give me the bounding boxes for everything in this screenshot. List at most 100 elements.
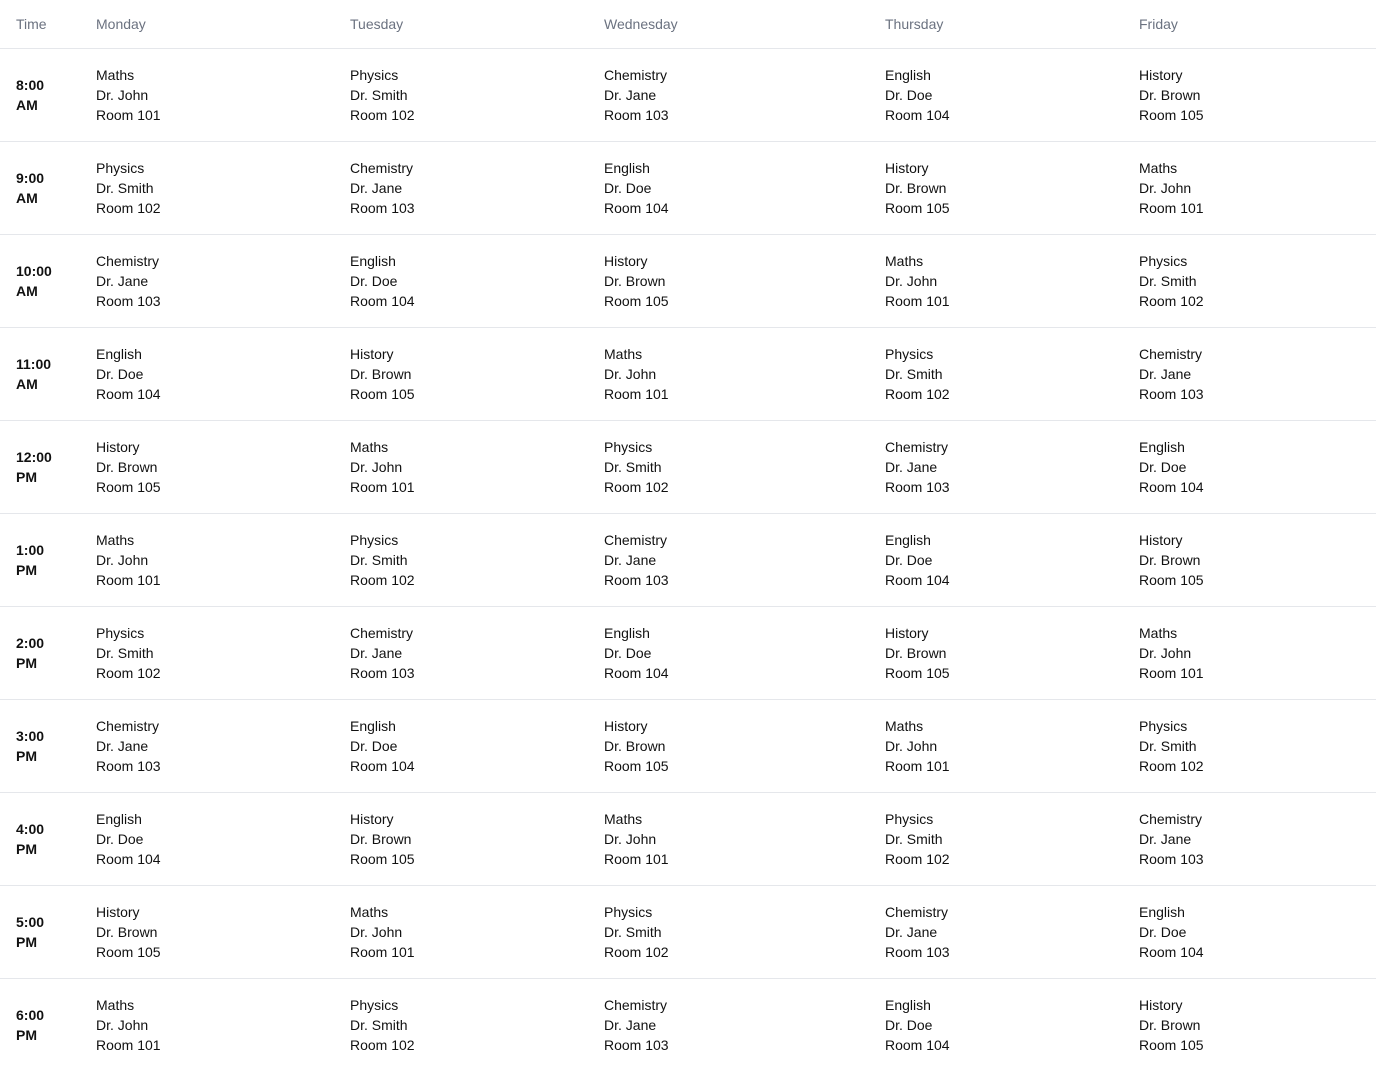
class-teacher: Dr. Doe	[350, 273, 398, 289]
class-subject: Chemistry	[1139, 346, 1203, 362]
time-period: PM	[16, 748, 37, 764]
class-subject: History	[96, 904, 140, 920]
class-teacher: Dr. Jane	[604, 1017, 657, 1034]
class-subject: English	[885, 67, 931, 83]
class-slot-monday: Maths Dr. John Room 101	[80, 514, 334, 607]
class-room: Room 104	[604, 200, 669, 216]
class-slot-wednesday: Chemistry Dr. Jane Room 103	[588, 49, 869, 142]
class-slot-monday: History Dr. Brown Room 105	[80, 886, 334, 979]
class-subject: Chemistry	[604, 532, 668, 548]
class-subject: History	[350, 811, 394, 827]
class-subject: English	[350, 718, 396, 734]
class-room: Room 102	[96, 665, 161, 681]
time-cell: 6:00 PM	[0, 979, 80, 1071]
class-room: Room 105	[96, 479, 161, 495]
class-room: Room 105	[1139, 1037, 1204, 1054]
class-slot-monday: English Dr. Doe Room 104	[80, 328, 334, 421]
class-teacher: Dr. Smith	[350, 87, 408, 103]
class-teacher: Dr. John	[1139, 180, 1192, 196]
time-cell: 3:00 PM	[0, 700, 80, 793]
class-subject: Maths	[350, 904, 389, 920]
class-room: Room 103	[604, 572, 669, 588]
class-room: Room 103	[885, 479, 950, 495]
class-slot-tuesday: Maths Dr. John Room 101	[334, 886, 588, 979]
time-period: PM	[16, 934, 37, 950]
class-slot-friday: History Dr. Brown Room 105	[1123, 979, 1376, 1071]
time-value: 11:00	[16, 356, 52, 372]
class-subject: History	[1139, 997, 1183, 1014]
class-teacher: Dr. Smith	[885, 366, 943, 382]
class-teacher: Dr. Brown	[96, 924, 158, 940]
timetable: Time Monday Tuesday Wednesday Thursday F…	[0, 0, 1376, 1071]
class-teacher: Dr. Brown	[604, 273, 666, 289]
class-teacher: Dr. Smith	[350, 552, 408, 568]
time-value: 3:00	[16, 728, 45, 744]
class-slot-friday: Chemistry Dr. Jane Room 103	[1123, 328, 1376, 421]
class-slot-thursday: Chemistry Dr. Jane Room 103	[869, 886, 1123, 979]
class-teacher: Dr. Jane	[885, 459, 938, 475]
class-room: Room 105	[885, 665, 950, 681]
class-subject: Physics	[350, 67, 399, 83]
class-teacher: Dr. Jane	[350, 645, 403, 661]
class-slot-tuesday: Maths Dr. John Room 101	[334, 421, 588, 514]
class-slot-tuesday: History Dr. Brown Room 105	[334, 328, 588, 421]
class-teacher: Dr. John	[350, 459, 403, 475]
class-slot-thursday: Physics Dr. Smith Room 102	[869, 328, 1123, 421]
time-value: 10:00	[16, 263, 52, 279]
class-room: Room 103	[96, 758, 161, 774]
class-teacher: Dr. John	[1139, 645, 1192, 661]
class-room: Room 105	[885, 200, 950, 216]
class-teacher: Dr. Jane	[1139, 831, 1192, 847]
class-room: Room 104	[1139, 479, 1204, 495]
class-teacher: Dr. Doe	[885, 1017, 933, 1034]
time-value: 1:00	[16, 542, 45, 558]
class-subject: Physics	[350, 997, 399, 1014]
class-room: Room 105	[604, 758, 669, 774]
class-room: Room 102	[350, 1037, 415, 1054]
class-slot-tuesday: Physics Dr. Smith Room 102	[334, 49, 588, 142]
class-slot-thursday: Physics Dr. Smith Room 102	[869, 793, 1123, 886]
table-row: 10:00 AM Chemistry Dr. Jane Room 103 English D…	[0, 235, 1376, 328]
class-teacher: Dr. John	[604, 831, 657, 847]
class-room: Room 102	[350, 107, 415, 123]
class-slot-tuesday: English Dr. Doe Room 104	[334, 700, 588, 793]
class-subject: Maths	[96, 532, 135, 548]
class-subject: Maths	[96, 997, 135, 1014]
class-subject: History	[604, 718, 648, 734]
class-slot-friday: Maths Dr. John Room 101	[1123, 142, 1376, 235]
class-slot-friday: Maths Dr. John Room 101	[1123, 607, 1376, 700]
class-subject: Physics	[1139, 253, 1188, 269]
class-subject: History	[885, 160, 929, 176]
class-slot-friday: Physics Dr. Smith Room 102	[1123, 700, 1376, 793]
class-teacher: Dr. Jane	[885, 924, 938, 940]
class-teacher: Dr. Doe	[96, 366, 144, 382]
class-room: Room 103	[350, 665, 415, 681]
class-slot-monday: English Dr. Doe Room 104	[80, 793, 334, 886]
class-subject: Chemistry	[350, 625, 414, 641]
class-slot-friday: History Dr. Brown Room 105	[1123, 514, 1376, 607]
class-subject: History	[885, 625, 929, 641]
class-teacher: Dr. Doe	[96, 831, 144, 847]
class-teacher: Dr. Brown	[350, 366, 412, 382]
class-subject: Physics	[1139, 718, 1188, 734]
class-subject: Maths	[885, 718, 924, 734]
time-value: 12:00	[16, 449, 52, 465]
class-subject: Physics	[885, 811, 934, 827]
column-header-tuesday: Tuesday	[334, 0, 588, 49]
class-subject: Chemistry	[885, 439, 949, 455]
class-slot-monday: History Dr. Brown Room 105	[80, 421, 334, 514]
class-slot-thursday: English Dr. Doe Room 104	[869, 514, 1123, 607]
class-subject: Physics	[885, 346, 934, 362]
class-slot-monday: Physics Dr. Smith Room 102	[80, 142, 334, 235]
class-subject: English	[604, 160, 650, 176]
class-slot-tuesday: Chemistry Dr. Jane Room 103	[334, 607, 588, 700]
table-row: 6:00 PM Maths Dr. John Room 101 Physics Dr. Sm…	[0, 979, 1376, 1071]
class-teacher: Dr. John	[604, 366, 657, 382]
class-teacher: Dr. Jane	[1139, 366, 1192, 382]
class-slot-friday: History Dr. Brown Room 105	[1123, 49, 1376, 142]
class-teacher: Dr. Doe	[885, 552, 933, 568]
class-room: Room 101	[96, 107, 161, 123]
class-room: Room 104	[885, 107, 950, 123]
class-room: Room 103	[96, 293, 161, 309]
timetable-body: 8:00 AM Maths Dr. John Room 101 Physics Dr. Sm…	[0, 49, 1376, 1071]
